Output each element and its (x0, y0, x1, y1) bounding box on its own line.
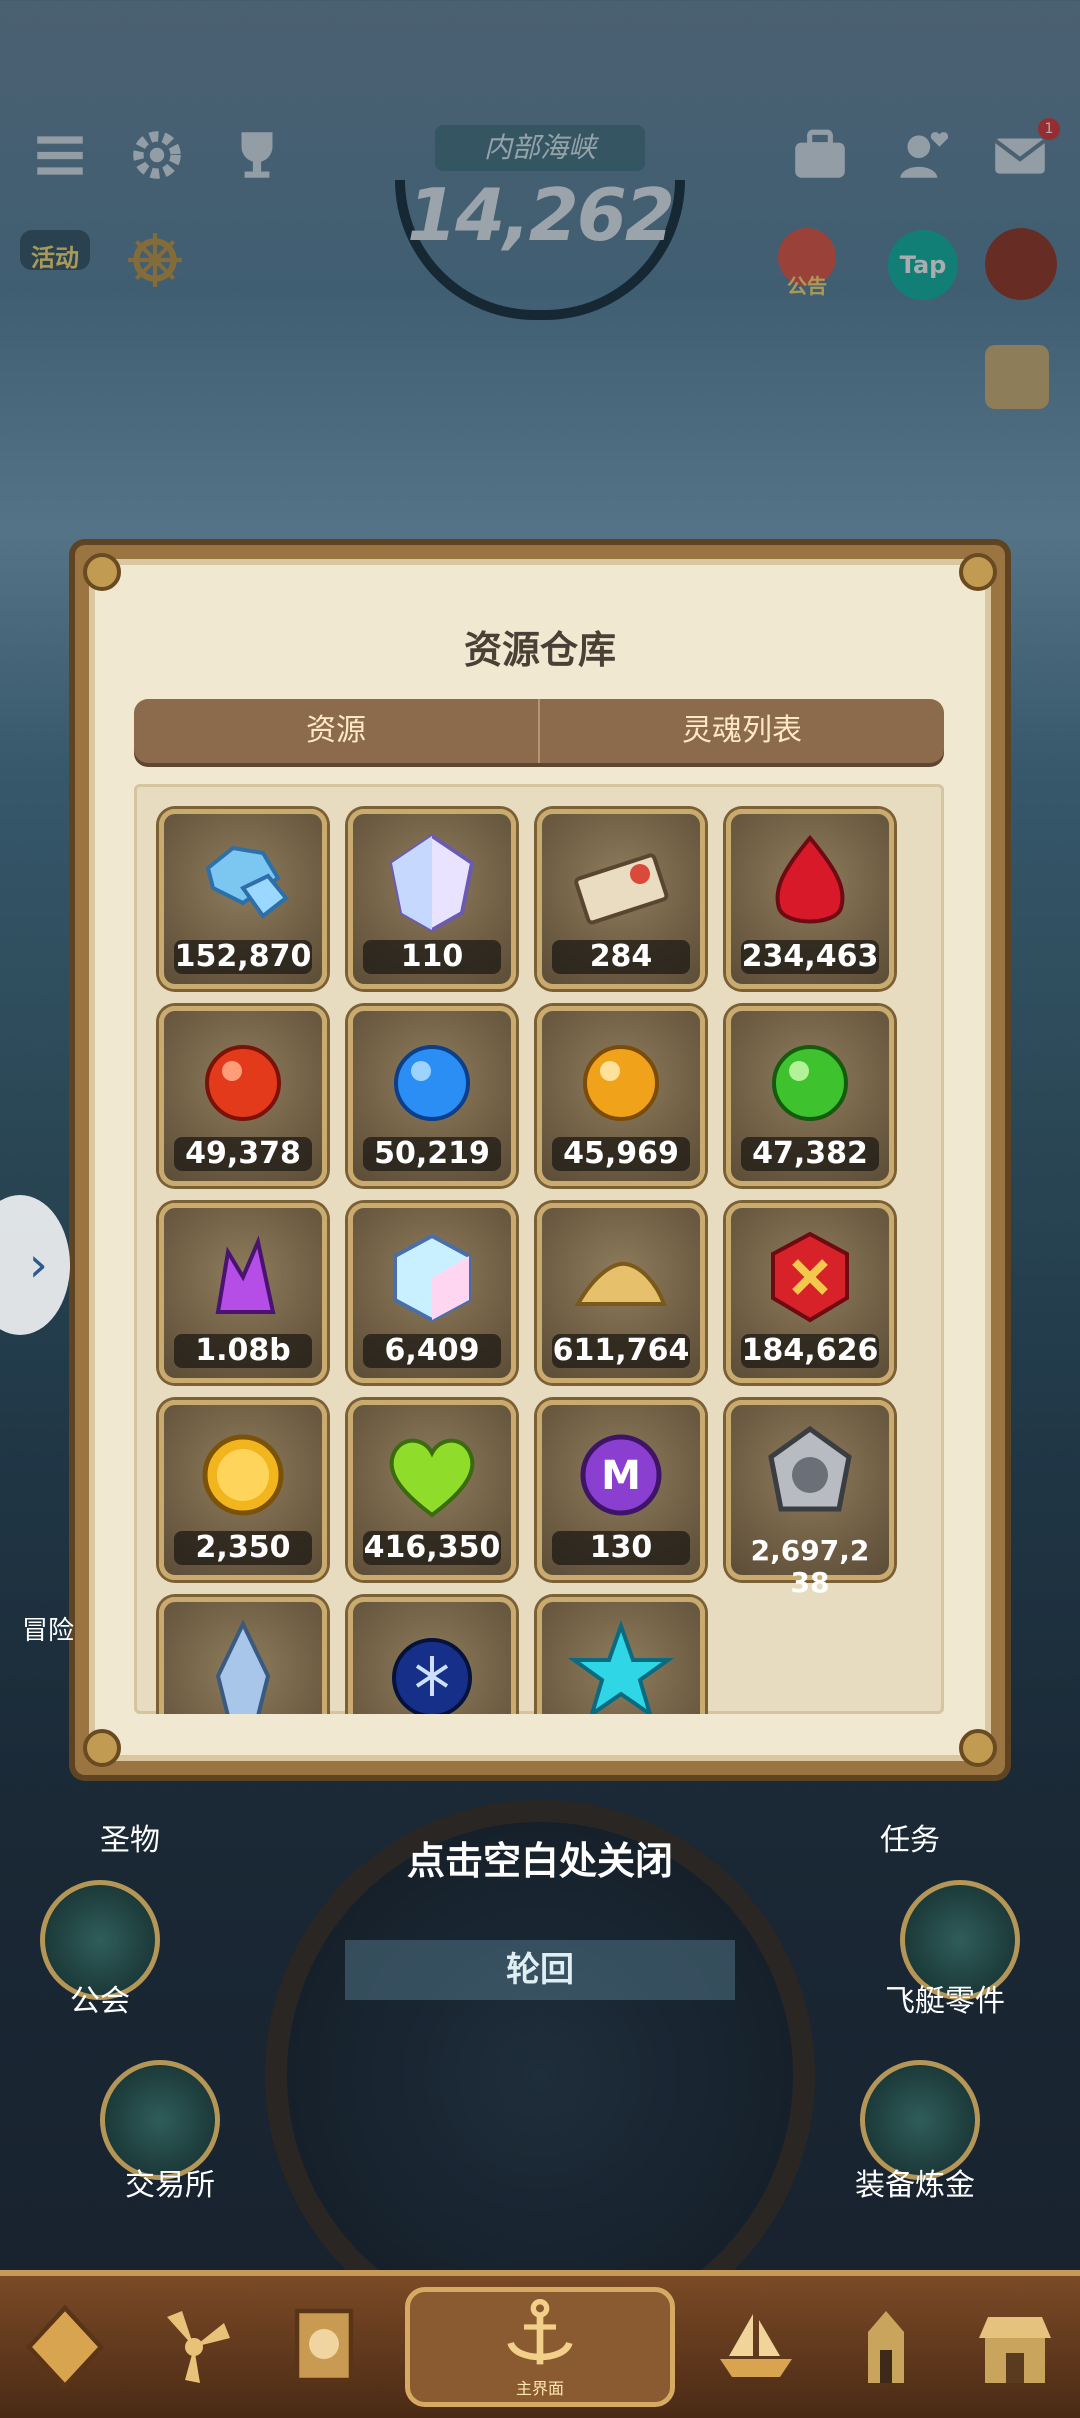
nav-map[interactable] (17, 2299, 113, 2395)
ship-icon (720, 2314, 793, 2377)
resource-count: 6,409 (363, 1334, 501, 1368)
resource-count: 611,764 (552, 1333, 690, 1368)
resource-count: 1.08b (174, 1334, 312, 1368)
resource-count: 234,463 (741, 939, 879, 974)
gold-dust-icon (574, 1261, 667, 1306)
bottom-nav-bar: 主界面 (0, 2270, 1080, 2418)
resource-slot[interactable]: 45,969 (537, 1006, 705, 1186)
resource-slot[interactable]: 184,626 (726, 1203, 894, 1383)
resource-slot[interactable]: 6,409 (348, 1203, 516, 1383)
resource-slot[interactable] (159, 1597, 327, 1714)
red-gem-icon (775, 834, 845, 924)
nav-shop[interactable] (967, 2299, 1063, 2395)
resource-count: 416,350 (363, 1530, 501, 1565)
adventure-label: 冒险 (22, 1616, 75, 1646)
resource-slot[interactable]: 1.08b (159, 1203, 327, 1383)
cyan-star-icon (567, 1619, 675, 1714)
corner-rivet (959, 1729, 997, 1767)
resource-slot[interactable]: 49,378 (159, 1006, 327, 1186)
blue-star-orb-icon (392, 1638, 472, 1714)
corner-rivet (959, 553, 997, 591)
resource-slot[interactable]: 284 (537, 809, 705, 989)
green-heart-icon (389, 1438, 475, 1518)
adventure-button[interactable]: 冒险 (22, 1610, 74, 1647)
resource-slot[interactable]: 152,870 (159, 809, 327, 989)
svg-text:M: M (601, 1453, 641, 1499)
resource-warehouse-modal: 资源仓库 资源 灵魂列表 152,870 110 284 234,463 49,378 5… (75, 545, 1005, 1775)
nav-propeller[interactable] (146, 2299, 242, 2395)
resource-slot[interactable] (348, 1597, 516, 1714)
resource-slot[interactable]: 50,219 (348, 1006, 516, 1186)
red-cross-badge-icon (771, 1231, 849, 1323)
resource-slot[interactable]: 2,697,238 (726, 1400, 894, 1599)
nav-ship[interactable] (708, 2299, 804, 2395)
corner-rivet (83, 553, 121, 591)
purple-m-coin-icon: M (580, 1434, 662, 1516)
water-orb-icon (394, 1045, 470, 1121)
compass-map-icon (25, 2304, 104, 2390)
gold-coin-icon (202, 1434, 284, 1516)
resource-slot[interactable]: 110 (348, 809, 516, 989)
resource-slot[interactable]: 611,764 (537, 1203, 705, 1383)
fire-orb-icon (205, 1045, 281, 1121)
relic-button[interactable]: 圣物 (100, 1720, 160, 1859)
task-label: 任务 (880, 1823, 940, 1858)
blue-diamond-icon (205, 845, 289, 919)
green-orb-icon (772, 1045, 848, 1121)
resource-count: 47,382 (741, 1137, 879, 1171)
purple-crystal-icon (215, 1235, 276, 1314)
tower-icon (867, 2311, 904, 2383)
silver-medal-icon (768, 1425, 852, 1512)
reborn-label[interactable]: 轮回 (345, 1940, 735, 2000)
resource-slot[interactable] (537, 1597, 705, 1714)
resource-count: 2,697,238 (750, 1534, 870, 1599)
gold-orb-icon (583, 1045, 659, 1121)
resource-count: 110 (363, 940, 501, 974)
propeller-icon (167, 2311, 231, 2383)
resource-grid: 152,870 110 284 234,463 49,378 50,219 45,969 47… (159, 809, 894, 1714)
rainbow-cube-icon (393, 1233, 471, 1323)
resource-slot[interactable]: 47,382 (726, 1006, 894, 1186)
resource-count: 184,626 (741, 1333, 879, 1368)
tab-resources[interactable]: 资源 (134, 699, 538, 763)
nav-home[interactable]: 主界面 (404, 2287, 675, 2407)
resource-slot[interactable]: 234,463 (726, 809, 894, 989)
guild-label: 公会 (70, 1984, 130, 2019)
task-button[interactable]: 任务 (880, 1720, 940, 1859)
resource-count: 284 (552, 940, 690, 974)
resource-slot[interactable]: 2,350 (159, 1400, 327, 1580)
chevron-right-icon: › (28, 1237, 48, 1293)
guild-button[interactable]: 公会 (40, 1880, 160, 2020)
tab-bar: 资源 灵魂列表 (134, 699, 944, 763)
exchange-button[interactable]: 交易所 (100, 2060, 220, 2204)
relic-label: 圣物 (100, 1823, 160, 1858)
prism-crystal-icon (389, 833, 475, 933)
resource-count: 130 (552, 1531, 690, 1565)
resource-count: 152,870 (174, 939, 312, 974)
equip-alchemy-label: 装备炼金 (855, 2168, 975, 2203)
resource-grid-panel[interactable]: 152,870 110 284 234,463 49,378 50,219 45,969 47… (134, 784, 944, 1714)
home-label: 主界面 (515, 2379, 564, 2398)
airship-parts-label: 飞艇零件 (885, 1984, 1005, 2019)
modal-title: 资源仓库 (463, 628, 616, 672)
resource-count: 49,378 (174, 1137, 312, 1171)
exchange-label: 交易所 (125, 2168, 215, 2203)
shop-icon (979, 2317, 1052, 2383)
resource-count: 2,350 (174, 1531, 312, 1565)
equip-alchemy-button[interactable]: 装备炼金 (855, 2060, 980, 2204)
hero-banner-icon (294, 2308, 353, 2383)
resource-slot[interactable]: 416,350 (348, 1400, 516, 1580)
anchor-icon (507, 2299, 573, 2365)
resource-slot[interactable]: M 130 (537, 1400, 705, 1580)
resource-count: 50,219 (363, 1137, 501, 1171)
nav-tower[interactable] (838, 2299, 934, 2395)
tab-soul-list[interactable]: 灵魂列表 (538, 699, 944, 763)
ice-shard-icon (215, 1619, 271, 1714)
airship-parts-button[interactable]: 飞艇零件 (885, 1880, 1020, 2020)
nav-hero[interactable] (276, 2299, 372, 2395)
ticket-letter-icon (574, 853, 669, 925)
resource-count: 45,969 (552, 1137, 690, 1171)
